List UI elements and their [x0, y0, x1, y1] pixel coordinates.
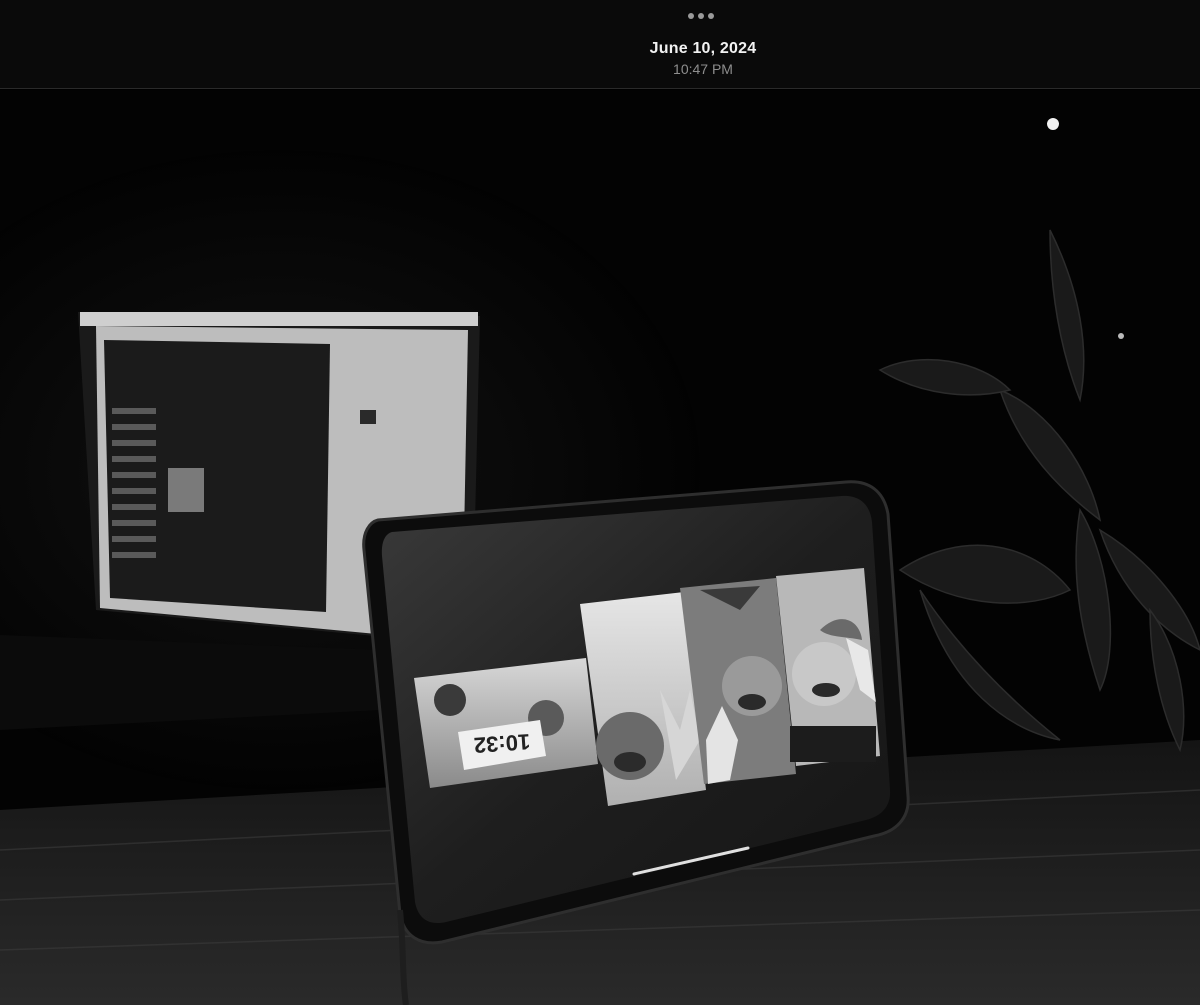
more-options-button[interactable]: [681, 6, 721, 26]
photo-date: June 10, 2024: [649, 40, 757, 57]
ellipsis-icon: [688, 13, 694, 19]
facetime-tile-4: [776, 568, 880, 766]
tablet-clock-text: 10:32: [473, 729, 531, 758]
photo-viewer-header: June 10, 2024 10:47 PM: [0, 0, 1200, 89]
photo-time: 10:47 PM: [673, 61, 733, 77]
photo-canvas[interactable]: 10:32: [0, 90, 1200, 1005]
